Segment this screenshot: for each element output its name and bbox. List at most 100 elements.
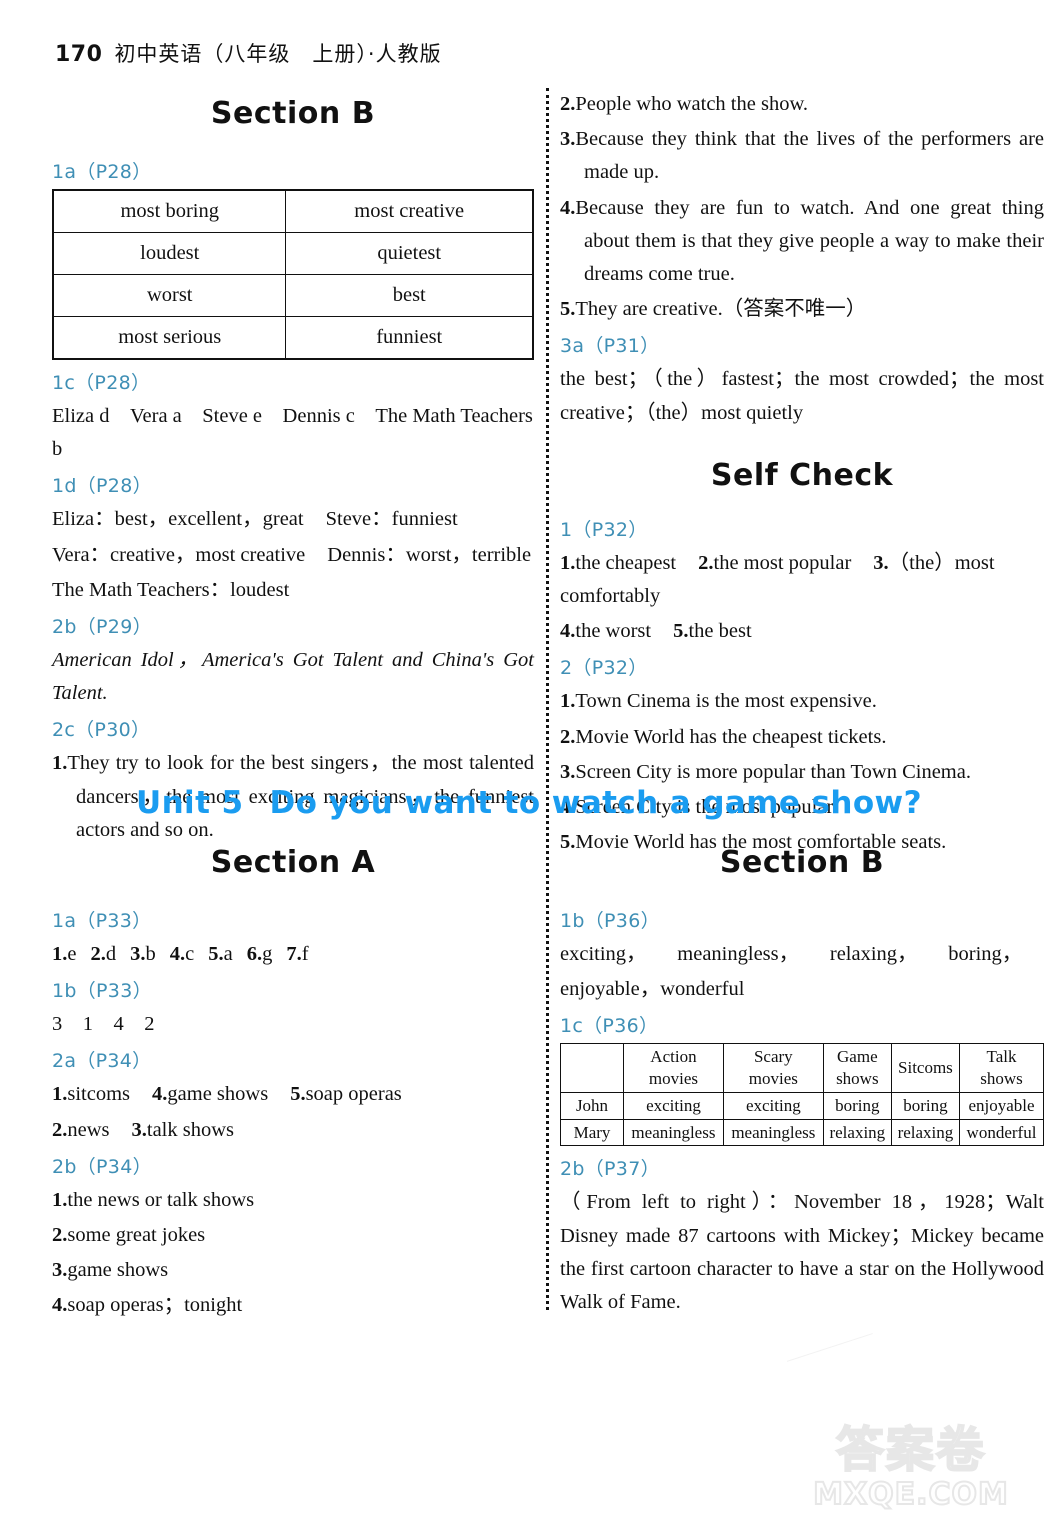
item-number: 4.	[560, 196, 576, 219]
left-bottom-column: Section A 1a（P33） 1.e 2.d 3.b 4.c 5.a 6.g 7.f …	[52, 845, 534, 1325]
item-number: 1.	[560, 551, 576, 574]
watermark: 答案卷 MXQE.COM	[786, 1333, 1036, 1536]
table-1c-p36: Action movies Scary movies Game shows Si…	[560, 1043, 1045, 1147]
item-text: g	[262, 943, 273, 965]
book-title: 初中英语（八年级 上册）·人教版	[114, 42, 442, 66]
table-header-cell-talk-shows: Talk shows	[958, 1043, 1045, 1093]
answer-1d-steve: Steve：funniest	[325, 508, 458, 531]
ref-label-1b-p33: 1b（P33）	[52, 980, 152, 1003]
answer-item-2b-4: 4.soap operas；tonight	[52, 1289, 534, 1322]
table-cell: enjoyable	[958, 1091, 1045, 1120]
answer-item-4: 4.Because they are fun to watch. And one…	[560, 192, 1044, 292]
item-text: People who watch the show.	[575, 93, 809, 115]
section-heading-a: Section A	[210, 845, 376, 880]
item-number: 1.	[52, 752, 68, 775]
item-number: 3.	[873, 551, 889, 574]
item-text: Screen City is more popular than Town Ci…	[575, 760, 971, 783]
item-number: 3.	[131, 1118, 147, 1141]
table-row: most boring most creative	[52, 189, 534, 233]
table-cell: meaningless	[623, 1118, 724, 1147]
table-cell: exciting	[722, 1091, 824, 1120]
self-check-heading: Self Check	[710, 457, 894, 493]
table-cell: relaxing	[822, 1118, 892, 1147]
item-text: d	[105, 943, 117, 965]
item-text: They are creative.（答案不唯一）	[575, 298, 867, 321]
answer-1d-eliza: Eliza：best，excellent，great	[52, 508, 304, 531]
answer-item-3: 3.Because they think that the lives of t…	[560, 123, 1044, 189]
answer-line-3a: the best；（the）fastest；the most crowded；t…	[560, 368, 1044, 424]
answer-line-2b-p37: （From left to right）：November 18，1928；Wa…	[560, 1191, 1044, 1314]
table-cell: Mary	[560, 1118, 624, 1147]
table-cell: most creative	[285, 189, 534, 233]
item-number: 5.	[560, 298, 576, 321]
unit-title: Do you want to watch a game show?	[269, 785, 922, 821]
item-number: 4.	[169, 943, 186, 965]
item-text: game shows	[167, 1083, 269, 1106]
table-cell: wonderful	[958, 1118, 1045, 1147]
item-text: b	[145, 943, 156, 965]
table-1a-p28: most boring most creative loudest quiete…	[52, 189, 534, 360]
item-number: 2.	[560, 93, 576, 115]
item-number: 2.	[52, 1224, 68, 1247]
table-row: most serious funniest	[52, 316, 534, 360]
answer-item-2b-2: 2.some great jokes	[52, 1219, 534, 1252]
table-cell: boring	[890, 1091, 960, 1120]
item-text: the best	[688, 620, 752, 643]
item-number: 4.	[560, 620, 576, 643]
answer-line-1a-p33: 1.e 2.d 3.b 4.c 5.a 6.g 7.f	[52, 938, 534, 971]
item-number: 1.	[560, 690, 576, 713]
page-header: 170 初中英语（八年级 上册）·人教版	[55, 38, 442, 68]
answer-line-selfcheck-1a: 1.the cheapest 2.the most popular 3.（the）m…	[560, 547, 1044, 613]
table-header-cell-blank	[560, 1043, 624, 1093]
table-header-row: Action movies Scary movies Game shows Si…	[560, 1043, 1045, 1093]
table-cell: John	[560, 1091, 624, 1120]
table-header-cell-sitcoms: Sitcoms	[890, 1043, 960, 1093]
item-number: 3.	[560, 760, 576, 783]
ref-label-2c-p30: 2c（P30）	[52, 719, 151, 742]
right-top-column: 2.People who watch the show. 3.Because t…	[560, 88, 1044, 861]
item-text: news	[67, 1118, 110, 1141]
answer-item-5: 5.They are creative.（答案不唯一）	[560, 293, 1044, 326]
answer-line-1c: Eliza d Vera a Steve e Dennis c The Math…	[52, 405, 533, 461]
item-number: 5.	[290, 1083, 306, 1106]
table-cell: loudest	[52, 232, 287, 275]
answer-item-sc2-1: 1.Town Cinema is the most expensive.	[560, 685, 1044, 718]
item-text: soap operas	[305, 1083, 402, 1106]
item-number: 2.	[52, 1118, 68, 1141]
unit-number: Unit 5	[136, 785, 244, 821]
ref-label-2b-p34: 2b（P34）	[52, 1155, 152, 1178]
item-text: the most popular	[713, 551, 852, 574]
item-number: 3.	[130, 943, 146, 965]
item-number: 1.	[52, 1083, 68, 1106]
item-number: 1.	[52, 943, 68, 965]
table-row: worst best	[52, 274, 534, 317]
answer-1d-dennis: Dennis：worst，terrible	[327, 543, 532, 566]
item-number: 2.	[698, 551, 714, 574]
item-text: game shows	[67, 1259, 169, 1282]
item-number: 5.	[208, 943, 224, 965]
item-text: soap operas；tonight	[67, 1294, 243, 1317]
table-cell: best	[285, 274, 534, 317]
ref-label-1b-p36: 1b（P36）	[560, 910, 660, 932]
table-header-cell-game-shows: Game shows	[822, 1043, 892, 1093]
left-top-column: Section B 1a（P28） most boring most creat…	[52, 96, 534, 849]
column-divider	[546, 88, 549, 1310]
answer-line-2a-2: 2.news 3.talk shows	[52, 1114, 534, 1147]
answer-item-sc2-2: 2.Movie World has the cheapest tickets.	[560, 721, 1044, 754]
item-text: Because they are fun to watch. And one g…	[575, 196, 1044, 286]
section-heading-b-top: Section B	[210, 96, 376, 131]
watermark-chinese: 答案卷	[835, 1422, 986, 1478]
item-number: 6.	[246, 943, 263, 965]
item-text: e	[67, 943, 77, 965]
table-header-cell-action-movies: Action movies	[623, 1043, 724, 1093]
answer-line-selfcheck-1b: 4.the worst 5.the best	[560, 615, 1044, 648]
answer-item-2b-1: 1.the news or talk shows	[52, 1184, 534, 1217]
table-cell: meaningless	[722, 1118, 824, 1147]
item-text: the cheapest	[575, 551, 677, 574]
unit-banner: Unit 5 Do you want to watch a game show?	[0, 785, 1058, 821]
answer-1d-vera: Vera：creative，most creative	[52, 543, 306, 566]
ref-label-selfcheck-2-p32: 2（P32）	[560, 657, 648, 680]
ref-label-1c-p28: 1c（P28）	[52, 372, 151, 394]
item-text: Because they think that the lives of the…	[575, 128, 1044, 184]
answer-line-1b-p36-a: exciting， meaningless， relaxing， boring，	[560, 943, 1023, 965]
